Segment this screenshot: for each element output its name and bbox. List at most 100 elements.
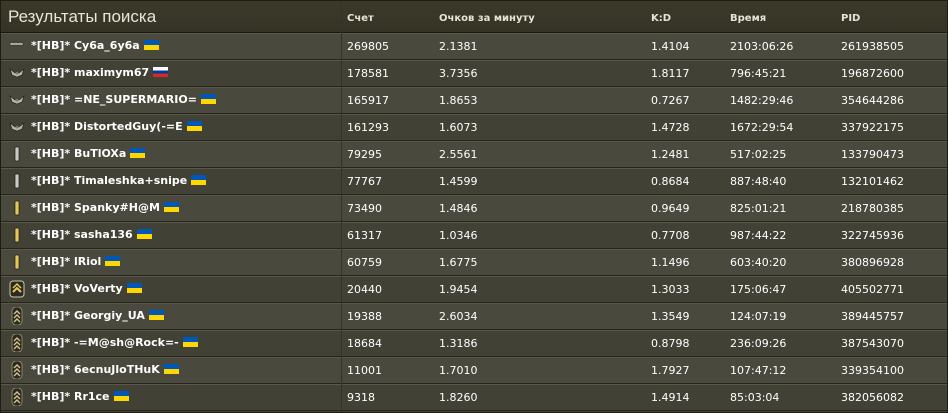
cell-points-per-minute: 1.0346 — [439, 229, 478, 242]
player-name[interactable]: *[HB]* =NE_SUPERMARIO= — [31, 93, 216, 106]
cell-points-per-minute: 1.4846 — [439, 202, 478, 215]
cell-time: 107:47:12 — [730, 364, 787, 377]
cell-time: 517:02:25 — [730, 148, 787, 161]
cell-kd: 1.1496 — [651, 256, 690, 269]
table-row[interactable]: *[HB]* -=M@sh@Rock=- 18684 1.3186 0.8798 236… — [1, 330, 947, 357]
cell-kd: 1.7927 — [651, 364, 690, 377]
player-name[interactable]: *[HB]* BuTlOXa — [31, 147, 146, 160]
player-name[interactable]: *[HB]* VoVerty — [31, 282, 142, 295]
table-row[interactable]: *[HB]* Rr1ce 9318 1.8260 1.4914 85:03:04 3820… — [1, 384, 947, 411]
player-name-text: *[HB]* =NE_SUPERMARIO= — [31, 93, 197, 106]
player-name-text: *[HB]* 6ecnuJloTHuK — [31, 363, 160, 376]
cell-pid: 354644286 — [841, 94, 904, 107]
player-name[interactable]: *[HB]* Spanky#H@M — [31, 201, 179, 214]
ukraine-flag-icon — [130, 148, 146, 158]
cell-points-per-minute: 2.5561 — [439, 148, 478, 161]
ukraine-flag-icon — [136, 229, 152, 239]
table-row[interactable]: *[HB]* Georgiy_UA 19388 2.6034 1.3549 124:07… — [1, 303, 947, 330]
cell-kd: 1.2481 — [651, 148, 690, 161]
ukraine-flag-icon — [163, 364, 179, 374]
cell-time: 987:44:22 — [730, 229, 787, 242]
cell-points-per-minute: 1.6775 — [439, 256, 478, 269]
table-row[interactable]: *[HB]* Timaleshka+snipe 77767 1.4599 0.8684… — [1, 168, 947, 195]
cell-score: 19388 — [347, 310, 382, 323]
cell-kd: 1.4914 — [651, 391, 690, 404]
player-name-text: *[HB]* BuTlOXa — [31, 147, 127, 160]
player-name[interactable]: *[HB]* DistortedGuy(-=E — [31, 120, 202, 133]
table-row[interactable]: *[HB]* sasha136 61317 1.0346 0.7708 987:44:2… — [1, 222, 947, 249]
player-name[interactable]: *[HB]* -=M@sh@Rock=- — [31, 336, 198, 349]
cell-pid: 339354100 — [841, 364, 904, 377]
table-row[interactable]: *[HB]* Spanky#H@M 73490 1.4846 0.9649 825:01… — [1, 195, 947, 222]
cell-points-per-minute: 1.3186 — [439, 337, 478, 350]
cell-points-per-minute: 2.1381 — [439, 40, 478, 53]
results-header: Результаты поиска Счет Очков за минуту K… — [1, 1, 947, 33]
cell-score: 9318 — [347, 391, 375, 404]
player-name[interactable]: *[HB]* Georgiy_UA — [31, 309, 164, 322]
player-name-text: *[HB]* Georgiy_UA — [31, 309, 145, 322]
player-name-text: *[HB]* -=M@sh@Rock=- — [31, 336, 179, 349]
player-name[interactable]: *[HB]* Timaleshka+snipe — [31, 174, 207, 187]
cell-points-per-minute: 1.8260 — [439, 391, 478, 404]
player-name[interactable]: *[HB]* 6ecnuJloTHuK — [31, 363, 179, 376]
table-row[interactable]: *[HB]* 6ecnuJloTHuK 11001 1.7010 1.7927 107:… — [1, 357, 947, 384]
rank-silver-bar-icon — [9, 145, 25, 163]
cell-score: 11001 — [347, 364, 382, 377]
rank-chevron-icon — [9, 334, 25, 352]
rank-chevron-icon — [9, 361, 25, 379]
rank-chevron-star-icon — [9, 280, 25, 298]
cell-score: 165917 — [347, 94, 389, 107]
cell-pid: 387543070 — [841, 337, 904, 350]
table-row[interactable]: *[HB]* maximym67 178581 3.7356 1.8117 796:45… — [1, 60, 947, 87]
player-name-text: *[HB]* maximym67 — [31, 66, 150, 79]
cell-pid: 196872600 — [841, 67, 904, 80]
table-row[interactable]: *[HB]* =NE_SUPERMARIO= 165917 1.8653 0.7267… — [1, 87, 947, 114]
rank-gold-bar-icon — [9, 199, 25, 217]
cell-score: 73490 — [347, 202, 382, 215]
column-header-kd[interactable]: K:D — [651, 13, 671, 24]
cell-time: 2103:06:26 — [730, 40, 794, 53]
rank-chevron-icon — [9, 388, 25, 406]
column-header-pid[interactable]: PID — [841, 13, 860, 24]
table-row[interactable]: *[HB]* BuTlOXa 79295 2.5561 1.2481 517:02:25… — [1, 141, 947, 168]
cell-score: 269805 — [347, 40, 389, 53]
ukraine-flag-icon — [200, 94, 216, 104]
player-name[interactable]: *[HB]* lRiol — [31, 255, 121, 268]
cell-kd: 1.8117 — [651, 67, 690, 80]
column-header-score[interactable]: Счет — [347, 13, 374, 24]
player-name-text: *[HB]* Timaleshka+snipe — [31, 174, 188, 187]
player-name[interactable]: *[HB]* sasha136 — [31, 228, 152, 241]
column-header-points-per-minute[interactable]: Очков за минуту — [439, 13, 535, 24]
ukraine-flag-icon — [143, 40, 159, 50]
cell-kd: 1.3549 — [651, 310, 690, 323]
player-name-text: *[HB]* DistortedGuy(-=E — [31, 120, 183, 133]
cell-pid: 389445757 — [841, 310, 904, 323]
cell-score: 161293 — [347, 121, 389, 134]
ukraine-flag-icon — [148, 310, 164, 320]
column-divider — [341, 1, 342, 412]
rank-gold-bar-icon — [9, 226, 25, 244]
player-name[interactable]: *[HB]* Rr1ce — [31, 390, 129, 403]
cell-points-per-minute: 1.9454 — [439, 283, 478, 296]
table-row[interactable]: *[HB]* VoVerty 20440 1.9454 1.3033 175:06:47… — [1, 276, 947, 303]
cell-kd: 0.8798 — [651, 337, 690, 350]
table-row[interactable]: *[HB]* DistortedGuy(-=E 161293 1.6073 1.472… — [1, 114, 947, 141]
ukraine-flag-icon — [191, 175, 207, 185]
player-name[interactable]: *[HB]* Cy6a_6y6a — [31, 39, 159, 52]
table-row[interactable]: *[HB]* Cy6a_6y6a 269805 2.1381 1.4104 2103:0… — [1, 33, 947, 60]
russia-flag-icon — [153, 67, 169, 77]
player-name[interactable]: *[HB]* maximym67 — [31, 66, 169, 79]
cell-kd: 0.9649 — [651, 202, 690, 215]
cell-time: 85:03:04 — [730, 391, 780, 404]
ukraine-flag-icon — [105, 256, 121, 266]
rank-silver-bar-icon — [9, 172, 25, 190]
cell-time: 825:01:21 — [730, 202, 787, 215]
cell-time: 175:06:47 — [730, 283, 787, 296]
cell-score: 178581 — [347, 67, 389, 80]
cell-points-per-minute: 3.7356 — [439, 67, 478, 80]
cell-time: 796:45:21 — [730, 67, 787, 80]
table-row[interactable]: *[HB]* lRiol 60759 1.6775 1.1496 603:40:20 38… — [1, 249, 947, 276]
cell-pid: 382056082 — [841, 391, 904, 404]
column-header-time[interactable]: Время — [730, 13, 766, 24]
cell-kd: 1.3033 — [651, 283, 690, 296]
